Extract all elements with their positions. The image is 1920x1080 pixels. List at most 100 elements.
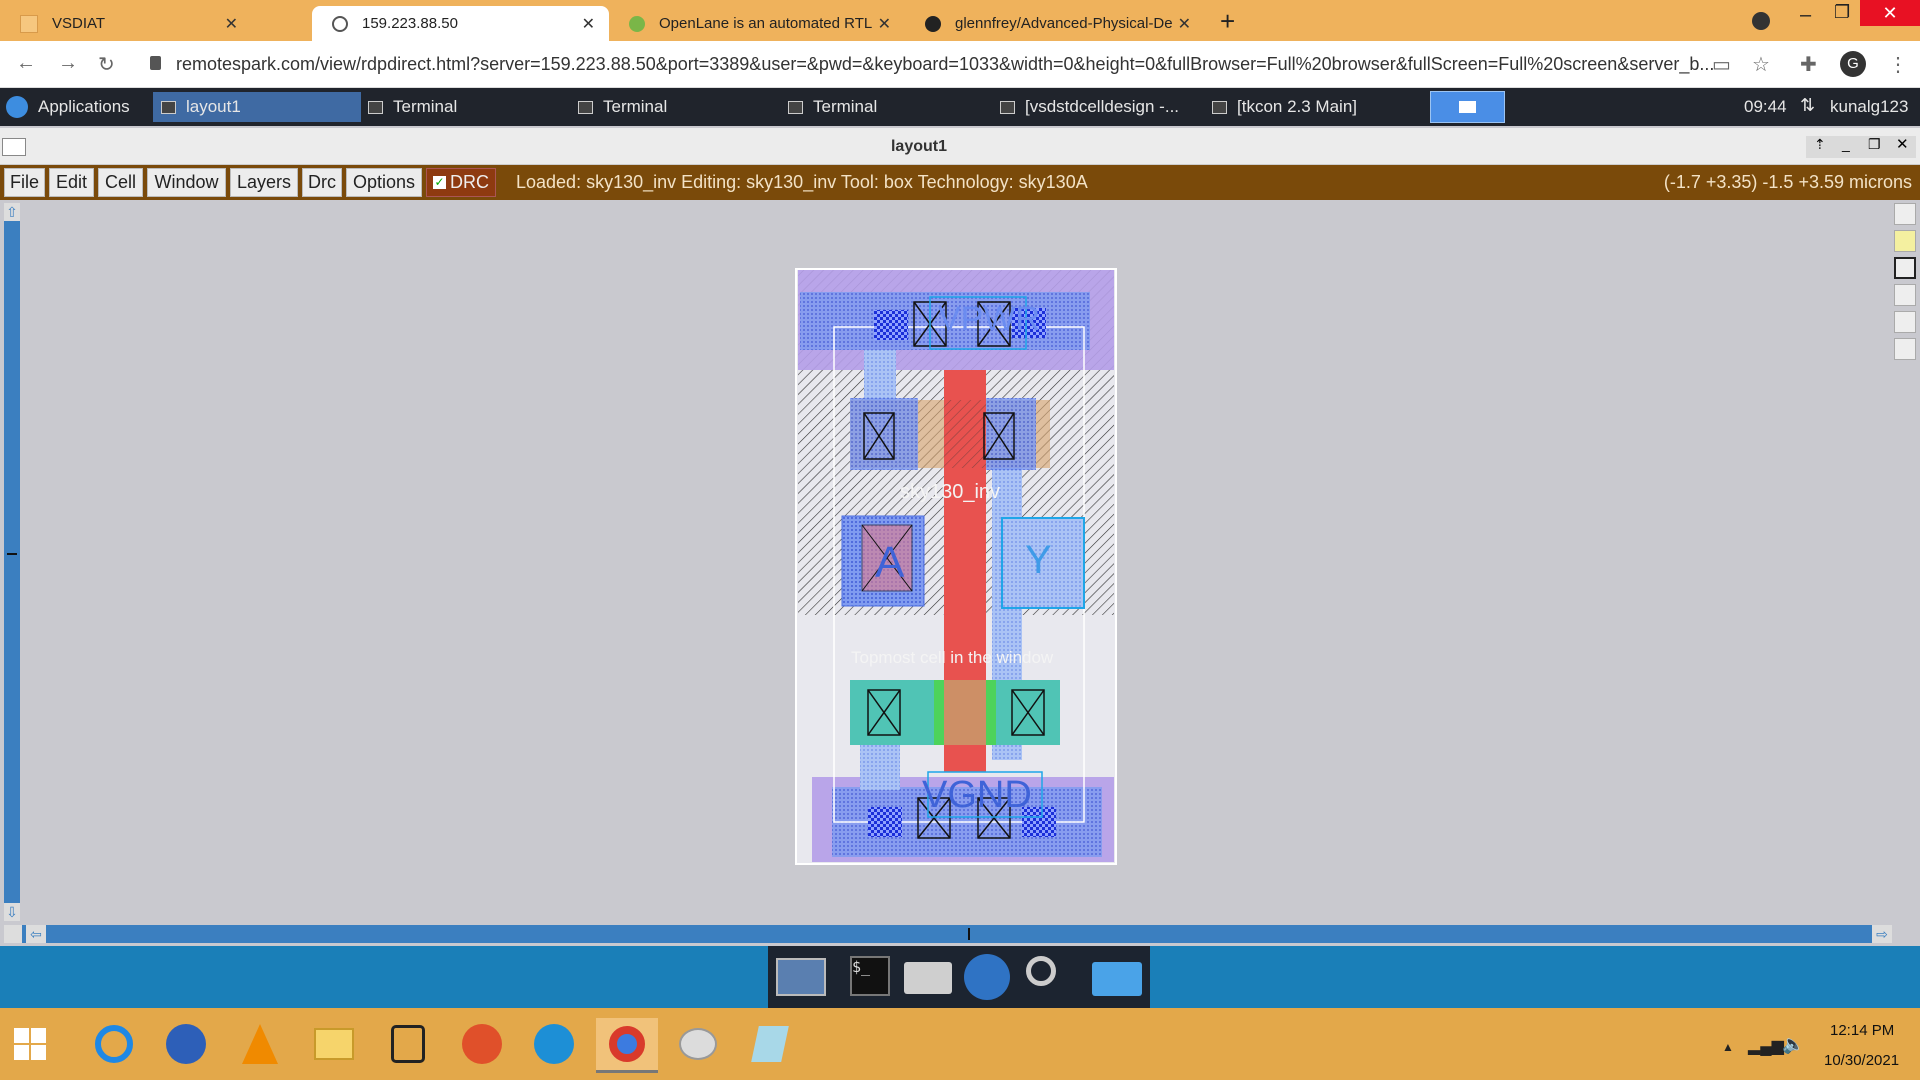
close-tab-icon[interactable]: ✕ [1178,14,1191,34]
desktop-switcher[interactable] [1430,91,1505,123]
vertical-scrollbar[interactable]: ⇧ ⇩ [4,203,20,921]
web-browser-icon[interactable] [964,954,1010,1000]
close-tab-icon[interactable]: ✕ [878,14,891,34]
drc-label: DRC [450,172,489,192]
new-tab-button[interactable]: + [1220,6,1235,37]
menu-edit[interactable]: Edit [49,168,94,197]
profile-avatar[interactable]: G [1840,51,1866,77]
browser-toolbar: ← → ↻ remotespark.com/view/rdpdirect.htm… [0,41,1920,88]
files-folder-icon[interactable] [1092,962,1142,996]
tab-search-icon[interactable] [1752,12,1770,30]
layer-toolbar [1894,203,1918,360]
tab-label: OpenLane is an automated RTL t [659,15,874,32]
applications-label: Applications [38,97,130,116]
task-label: Terminal [393,97,458,116]
paint-icon[interactable] [672,1018,724,1070]
menu-kebab-icon[interactable]: ⋮ [1888,52,1908,77]
vsdiat-favicon-icon [20,14,38,33]
show-hidden-icons-icon[interactable]: ▲ [1722,1040,1734,1054]
lock-icon [150,56,161,70]
scroll-up-icon[interactable]: ⇧ [4,203,20,221]
minimize-icon[interactable]: – [1800,4,1811,27]
task-tkcon[interactable]: [tkcon 2.3 Main] [1212,92,1357,122]
notepad-icon[interactable] [744,1018,796,1070]
internet-explorer-icon[interactable] [88,1018,140,1070]
layer-button[interactable] [1894,257,1916,279]
volume-icon[interactable]: 🔈 [1782,1034,1804,1055]
firefox-icon[interactable] [456,1018,508,1070]
github-icon [925,15,941,32]
layer-button[interactable] [1894,311,1916,333]
network-signal-icon[interactable]: ▂▄▆ [1748,1036,1784,1056]
file-explorer-icon[interactable] [308,1018,360,1070]
thunderbird-icon[interactable] [160,1018,212,1070]
zoom-box-icon[interactable] [4,925,22,943]
menu-layers[interactable]: Layers [230,168,298,197]
reload-icon[interactable]: ↻ [98,52,115,77]
extensions-icon[interactable]: ✚ [1800,52,1817,77]
via [874,310,908,340]
chrome-icon[interactable] [596,1018,658,1073]
task-label: layout1 [186,97,241,116]
back-icon[interactable]: ← [16,52,36,75]
scroll-thumb[interactable] [968,928,970,940]
tab-remote-desktop[interactable]: 159.223.88.50 ✕ [312,6,609,41]
menu-drc[interactable]: Drc [302,168,342,197]
layer-button[interactable] [1894,230,1916,252]
show-desktop-icon[interactable] [776,958,826,996]
task-terminal-1[interactable]: Terminal [368,92,457,122]
taskbar-date[interactable]: 10/30/2021 [1824,1052,1899,1069]
edge-icon[interactable] [528,1018,580,1070]
layer-button[interactable] [1894,203,1916,225]
applications-menu[interactable]: Applications [6,92,130,122]
close-window-button[interactable]: ✕ [1860,0,1920,26]
panel-username[interactable]: kunalg123 [1830,97,1908,117]
vlc-icon[interactable] [234,1018,286,1070]
layer-button[interactable] [1894,284,1916,306]
network-icon: ⇅ [1800,95,1816,115]
shade-icon[interactable]: ⇡ [1814,136,1826,153]
task-terminal-3[interactable]: Terminal [788,92,877,122]
horizontal-scrollbar[interactable]: ⇦ ⇨ [4,925,1892,943]
scroll-left-icon[interactable]: ⇦ [26,925,46,943]
tab-vsdiat[interactable]: VSDIAT ✕ [0,6,252,41]
scroll-right-icon[interactable]: ⇨ [1872,925,1892,943]
layout-canvas[interactable]: VPWR sky130_inv A Y Topmost cell in the … [22,200,1892,925]
via [868,807,902,837]
terminal-icon [578,100,593,114]
xfce-logo-icon [6,96,28,118]
windows-start-icon[interactable] [14,1028,46,1060]
tab-github[interactable]: glennfrey/Advanced-Physical-De ✕ [905,6,1205,41]
menu-cell[interactable]: Cell [98,168,143,197]
clipboard-icon[interactable]: ▭ [1712,52,1731,77]
openlane-favicon-icon [629,15,645,32]
home-folder-icon[interactable] [904,962,952,994]
task-terminal-2[interactable]: Terminal [578,92,667,122]
vpwr-label: VPWR [938,300,1040,338]
tab-openlane[interactable]: OpenLane is an automated RTL t ✕ [609,6,905,41]
menu-file[interactable]: File [4,168,45,197]
menu-window[interactable]: Window [147,168,226,197]
bookmark-star-icon[interactable]: ☆ [1752,52,1770,77]
close-icon[interactable]: ✕ [1896,135,1909,153]
task-file-manager[interactable]: [vsdstdcelldesign -... [1000,92,1179,122]
drc-toggle[interactable]: ✓ DRC [426,168,496,197]
xfce-dock: $_ [0,946,1920,1008]
close-tab-icon[interactable]: ✕ [225,14,238,34]
scroll-down-icon[interactable]: ⇩ [4,903,20,921]
search-icon[interactable] [1026,956,1056,986]
task-layout1[interactable]: layout1 [153,92,361,122]
menu-options[interactable]: Options [346,168,422,197]
close-tab-icon[interactable]: ✕ [582,14,595,34]
maximize-icon[interactable]: ❐ [1834,2,1850,23]
address-bar[interactable]: remotespark.com/view/rdpdirect.html?serv… [176,54,1714,75]
minimize-icon[interactable]: _ [1842,136,1850,152]
forward-icon[interactable]: → [58,52,78,75]
terminal-launcher-icon[interactable]: $_ [850,956,890,996]
maximize-icon[interactable]: ❐ [1868,136,1881,153]
task-label: [tkcon 2.3 Main] [1237,97,1358,116]
taskbar-time[interactable]: 12:14 PM [1830,1022,1894,1039]
phone-link-icon[interactable] [382,1018,434,1070]
layer-button[interactable] [1894,338,1916,360]
scroll-thumb[interactable] [7,553,17,555]
